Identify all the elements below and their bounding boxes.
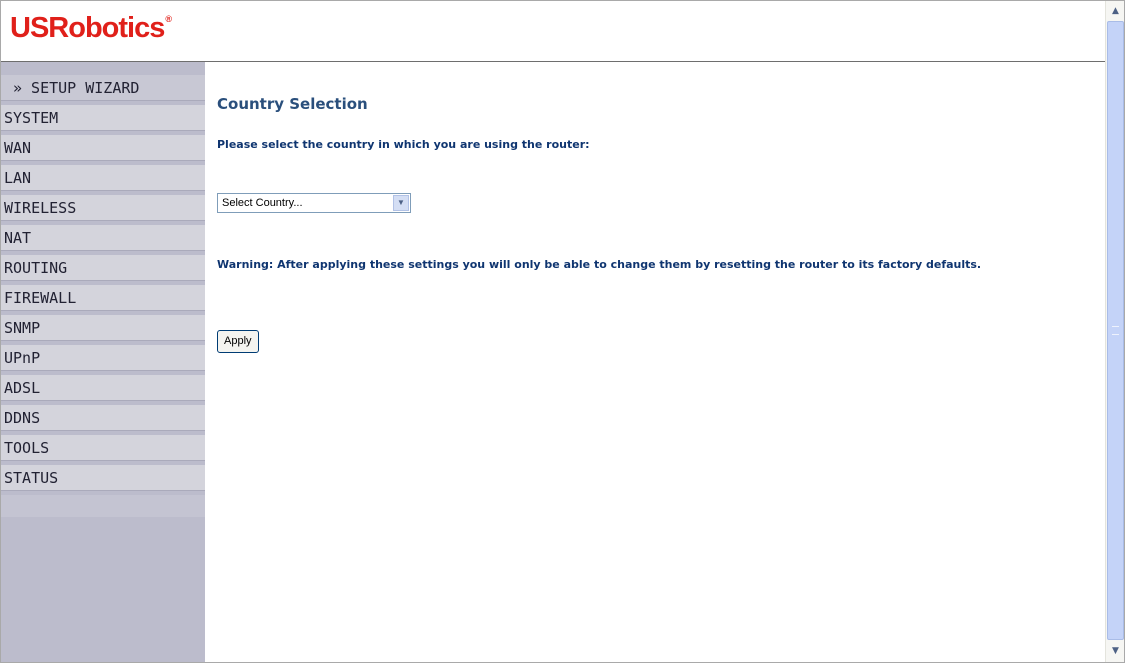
sidebar-item-firewall[interactable]: FIREWALL	[1, 285, 205, 311]
chevron-up-icon[interactable]: ▲	[1107, 3, 1124, 20]
sidebar-item-routing[interactable]: ROUTING	[1, 255, 205, 281]
apply-button[interactable]: Apply	[217, 330, 259, 353]
chevron-down-icon[interactable]: ▼	[393, 195, 409, 211]
sidebar-item-tools[interactable]: TOOLS	[1, 435, 205, 461]
header: USRobotics®	[1, 1, 1105, 62]
main-content: Country Selection Please select the coun…	[206, 62, 1105, 662]
sidebar-item-setup-wizard[interactable]: » SETUP WIZARD	[1, 75, 205, 101]
scroll-thumb[interactable]	[1107, 21, 1124, 640]
sidebar-item-wireless[interactable]: WIRELESS	[1, 195, 205, 221]
page-title: Country Selection	[217, 95, 368, 113]
sidebar: » SETUP WIZARD SYSTEM WAN LAN WIRELESS N…	[1, 62, 205, 662]
chevron-down-icon[interactable]: ▼	[1107, 643, 1124, 660]
vertical-scrollbar[interactable]: ▲ ▼	[1105, 1, 1124, 662]
sidebar-item-wan[interactable]: WAN	[1, 135, 205, 161]
sidebar-item-status[interactable]: STATUS	[1, 465, 205, 491]
sidebar-item-upnp[interactable]: UPnP	[1, 345, 205, 371]
browser-frame: USRobotics® » SETUP WIZARD SYSTEM WAN LA…	[0, 0, 1125, 663]
sidebar-item-adsl[interactable]: ADSL	[1, 375, 205, 401]
sidebar-item-snmp[interactable]: SNMP	[1, 315, 205, 341]
grip-icon	[1112, 326, 1119, 335]
sidebar-item-lan[interactable]: LAN	[1, 165, 205, 191]
logo-text: USRobotics	[10, 12, 165, 44]
sidebar-item-system[interactable]: SYSTEM	[1, 105, 205, 131]
sidebar-item-nat[interactable]: NAT	[1, 225, 205, 251]
country-select-value: Select Country...	[222, 197, 303, 209]
warning-text: Warning: After applying these settings y…	[217, 258, 982, 271]
usrobotics-logo: USRobotics®	[10, 11, 172, 45]
registered-mark: ®	[165, 14, 172, 24]
sidebar-nav: » SETUP WIZARD SYSTEM WAN LAN WIRELESS N…	[1, 75, 205, 517]
sidebar-spacer	[1, 495, 205, 517]
sidebar-item-ddns[interactable]: DDNS	[1, 405, 205, 431]
country-prompt: Please select the country in which you a…	[217, 138, 590, 151]
country-select[interactable]: Select Country... ▼	[217, 193, 411, 213]
